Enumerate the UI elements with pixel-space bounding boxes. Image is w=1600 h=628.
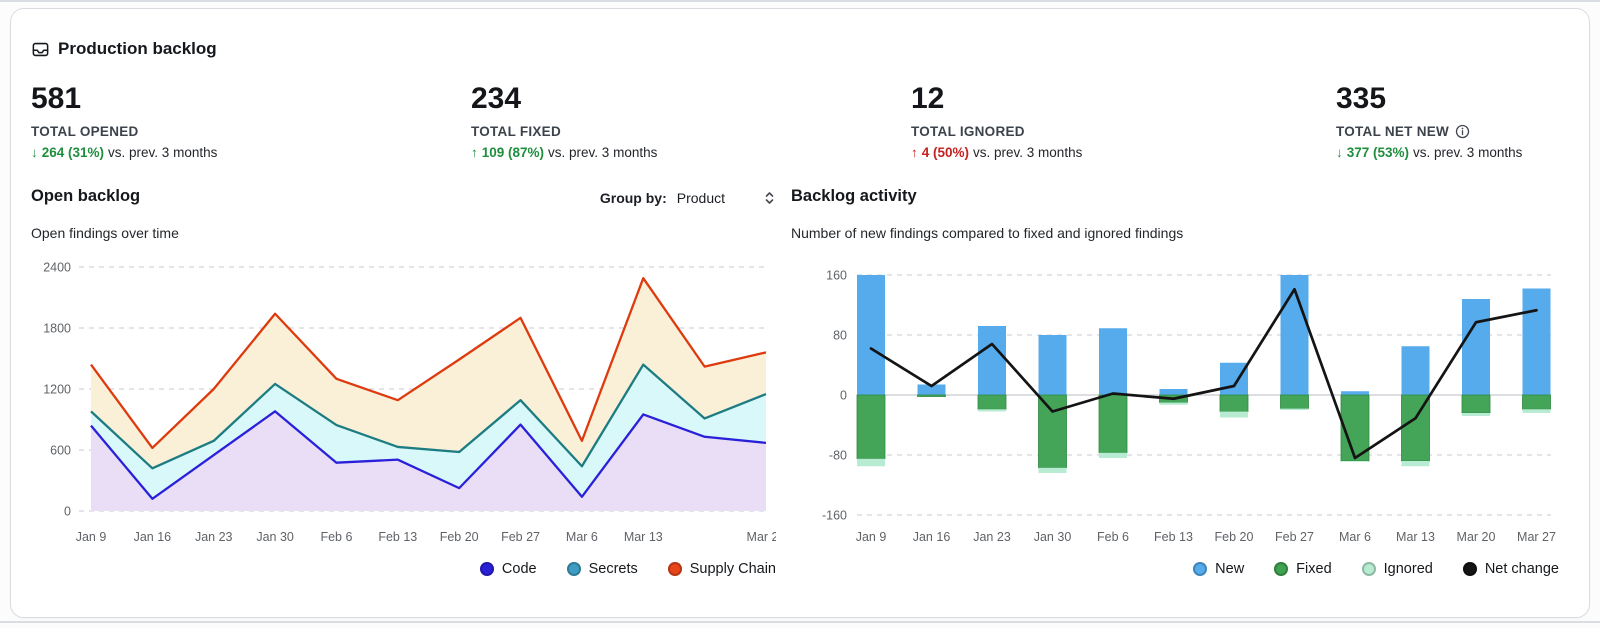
group-by-value: Product xyxy=(677,190,725,206)
kpi-delta: ↓ 264 (31%) vs. prev. 3 months xyxy=(31,145,217,160)
open-backlog-subtitle: Open findings over time xyxy=(31,225,179,241)
kpi-value: 581 xyxy=(31,83,217,115)
legend-dot xyxy=(1193,562,1207,576)
backlog-activity-chart[interactable]: 160 80 0 -80 -160 Jan 9 Jan 16 Jan 23 Jan 30 Feb … xyxy=(799,247,1561,552)
legend-dot xyxy=(1362,562,1376,576)
svg-text:Feb 13: Feb 13 xyxy=(1154,530,1193,544)
svg-text:Mar 20: Mar 20 xyxy=(1457,530,1496,544)
legend-dot xyxy=(1274,562,1288,576)
up-arrow-icon: ↑ xyxy=(911,145,918,160)
kpi-total-opened: 581 TOTAL OPENED ↓ 264 (31%) vs. prev. 3… xyxy=(31,83,217,160)
svg-text:Jan 9: Jan 9 xyxy=(76,530,107,544)
card-title: Production backlog xyxy=(31,39,217,59)
kpi-label: TOTAL FIXED xyxy=(471,124,657,139)
svg-text:Mar 6: Mar 6 xyxy=(566,530,598,544)
svg-text:600: 600 xyxy=(50,444,71,458)
kpi-delta: ↑ 4 (50%) vs. prev. 3 months xyxy=(911,145,1082,160)
kpi-value: 335 xyxy=(1336,83,1522,115)
legend-item-supply-chain[interactable]: Supply Chain xyxy=(668,561,776,577)
down-arrow-icon: ↓ xyxy=(31,145,38,160)
svg-text:1200: 1200 xyxy=(43,383,71,397)
svg-text:-80: -80 xyxy=(829,449,847,463)
svg-text:Feb 27: Feb 27 xyxy=(501,530,540,544)
legend-item-secrets[interactable]: Secrets xyxy=(567,561,638,577)
svg-text:Mar 13: Mar 13 xyxy=(624,530,663,544)
svg-text:Jan 23: Jan 23 xyxy=(973,530,1011,544)
kpi-label: TOTAL OPENED xyxy=(31,124,217,139)
group-by-select[interactable]: Group by: Product xyxy=(546,185,776,211)
kpi-label: TOTAL IGNORED xyxy=(911,124,1082,139)
svg-text:-160: -160 xyxy=(822,509,847,523)
page-title: Production backlog xyxy=(58,39,217,59)
info-icon[interactable] xyxy=(1455,124,1470,139)
legend-dot xyxy=(668,562,682,576)
svg-text:Mar 13: Mar 13 xyxy=(1396,530,1435,544)
svg-text:Jan 30: Jan 30 xyxy=(1034,530,1072,544)
open-backlog-chart[interactable]: 2400 1800 1200 600 0 Jan 9 Jan 16 Jan 23 Jan 30 F… xyxy=(21,247,776,549)
svg-text:Mar 27: Mar 27 xyxy=(747,530,776,544)
svg-text:160: 160 xyxy=(826,269,847,283)
svg-text:Mar 6: Mar 6 xyxy=(1339,530,1371,544)
svg-text:0: 0 xyxy=(64,505,71,519)
svg-text:Feb 13: Feb 13 xyxy=(378,530,417,544)
backlog-activity-legend: New Fixed Ignored Net change xyxy=(799,561,1559,577)
legend-dot xyxy=(567,562,581,576)
svg-text:Feb 20: Feb 20 xyxy=(440,530,479,544)
svg-text:Jan 9: Jan 9 xyxy=(856,530,887,544)
kpi-value: 234 xyxy=(471,83,657,115)
svg-text:Feb 27: Feb 27 xyxy=(1275,530,1314,544)
open-backlog-legend: Code Secrets Supply Chain xyxy=(21,561,776,577)
legend-dot xyxy=(480,562,494,576)
svg-text:Feb 20: Feb 20 xyxy=(1215,530,1254,544)
svg-text:Jan 30: Jan 30 xyxy=(256,530,294,544)
kpi-delta: ↑ 109 (87%) vs. prev. 3 months xyxy=(471,145,657,160)
group-by-label: Group by: xyxy=(600,190,667,206)
kpi-total-fixed: 234 TOTAL FIXED ↑ 109 (87%) vs. prev. 3 … xyxy=(471,83,657,160)
chevron-up-down-icon xyxy=(763,190,776,206)
svg-text:80: 80 xyxy=(833,329,847,343)
down-arrow-icon: ↓ xyxy=(1336,145,1343,160)
production-backlog-card: Production backlog 581 TOTAL OPENED ↓ 26… xyxy=(10,8,1590,618)
legend-item-fixed[interactable]: Fixed xyxy=(1274,561,1331,577)
up-arrow-icon: ↑ xyxy=(471,145,478,160)
backlog-activity-title: Backlog activity xyxy=(791,187,917,206)
svg-text:Feb 6: Feb 6 xyxy=(320,530,352,544)
legend-item-new[interactable]: New xyxy=(1193,561,1244,577)
open-backlog-title: Open backlog xyxy=(31,187,140,206)
backlog-activity-subtitle: Number of new findings compared to fixed… xyxy=(791,225,1183,241)
kpi-label: TOTAL NET NEW xyxy=(1336,124,1522,139)
svg-text:1800: 1800 xyxy=(43,322,71,336)
legend-item-code[interactable]: Code xyxy=(480,561,537,577)
legend-item-net-change[interactable]: Net change xyxy=(1463,561,1559,577)
svg-text:0: 0 xyxy=(840,389,847,403)
svg-text:Mar 27: Mar 27 xyxy=(1517,530,1556,544)
kpi-value: 12 xyxy=(911,83,1082,115)
svg-text:Jan 23: Jan 23 xyxy=(195,530,233,544)
legend-item-ignored[interactable]: Ignored xyxy=(1362,561,1433,577)
kpi-total-net-new: 335 TOTAL NET NEW ↓ 377 (53%) vs. prev. … xyxy=(1336,83,1522,160)
svg-text:Jan 16: Jan 16 xyxy=(134,530,172,544)
svg-text:Feb 6: Feb 6 xyxy=(1097,530,1129,544)
svg-text:2400: 2400 xyxy=(43,261,71,275)
legend-dot xyxy=(1463,562,1477,576)
kpi-delta: ↓ 377 (53%) vs. prev. 3 months xyxy=(1336,145,1522,160)
kpi-total-ignored: 12 TOTAL IGNORED ↑ 4 (50%) vs. prev. 3 m… xyxy=(911,83,1082,160)
inbox-tray-icon xyxy=(31,40,50,59)
svg-text:Jan 16: Jan 16 xyxy=(913,530,951,544)
